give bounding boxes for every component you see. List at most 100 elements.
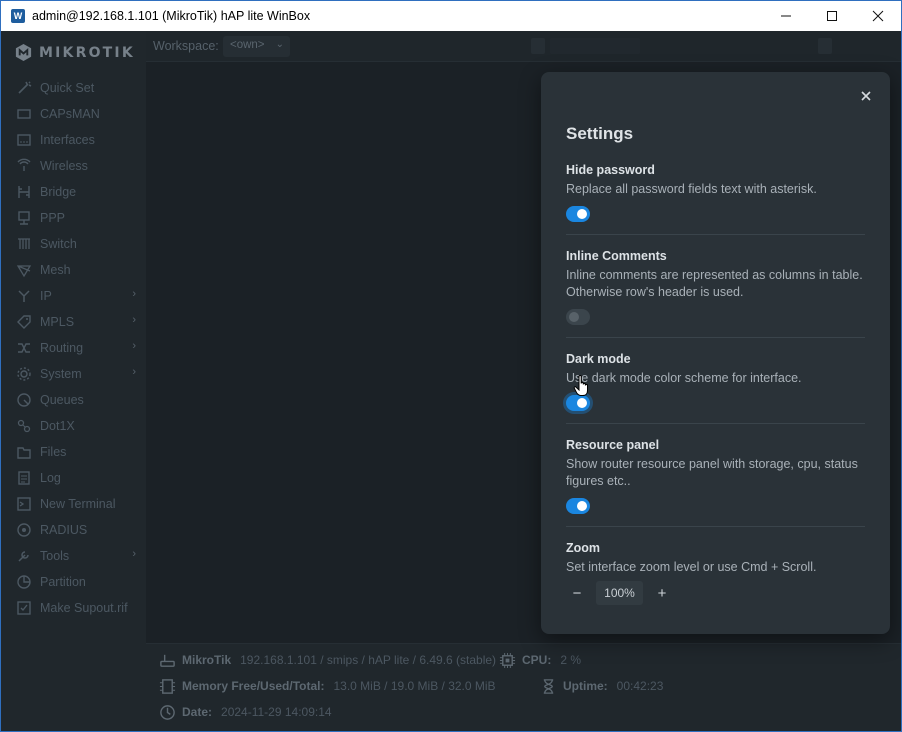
wand-icon bbox=[14, 80, 33, 96]
sidebar-item-label: Partition bbox=[40, 575, 86, 589]
sidebar-item-partition[interactable]: Partition bbox=[1, 569, 146, 595]
window-title: admin@192.168.1.101 (MikroTik) hAP lite … bbox=[32, 9, 311, 23]
mikrotik-logo: MIKROTIK bbox=[14, 43, 135, 62]
sidebar-item-dot1x[interactable]: Dot1X bbox=[1, 413, 146, 439]
toggle-knob bbox=[577, 501, 587, 511]
radius-icon bbox=[14, 522, 33, 538]
sidebar-item-tools[interactable]: Tools › bbox=[1, 543, 146, 569]
workspace-bar: Workspace: <own> ⌄ bbox=[146, 31, 901, 62]
chevron-right-icon: › bbox=[132, 288, 136, 300]
maximize-button[interactable] bbox=[809, 1, 855, 31]
topbar-control[interactable] bbox=[550, 38, 640, 54]
supout-icon bbox=[14, 600, 33, 616]
sidebar-item-ip[interactable]: IP › bbox=[1, 283, 146, 309]
dot1x-icon bbox=[14, 418, 33, 434]
sidebar-item-label: Files bbox=[40, 445, 67, 459]
sidebar-item-label: PPP bbox=[40, 211, 66, 225]
topbar-icon[interactable] bbox=[818, 38, 832, 54]
sidebar-item-label: Log bbox=[40, 471, 61, 485]
cpu-icon bbox=[498, 651, 516, 669]
sidebar-item-queues[interactable]: Queues bbox=[1, 387, 146, 413]
setting-description: Show router resource panel with storage,… bbox=[566, 457, 858, 488]
switch-icon bbox=[14, 236, 33, 252]
sidebar-item-label: CAPsMAN bbox=[40, 107, 100, 121]
settings-title: Settings bbox=[566, 124, 634, 143]
sidebar-item-label: IP bbox=[40, 289, 52, 303]
resource-panel-toggle[interactable] bbox=[566, 498, 590, 514]
sidebar-item-wireless[interactable]: Wireless bbox=[1, 153, 146, 179]
sidebar-item-quick-set[interactable]: Quick Set bbox=[1, 75, 146, 101]
tag-icon bbox=[14, 314, 33, 330]
sidebar-item-label: Queues bbox=[40, 393, 84, 407]
sidebar-nav: Quick Set CAPsMAN Interfaces Wireless Bridge… bbox=[1, 75, 146, 621]
setting-title: Resource panel bbox=[566, 438, 660, 452]
sidebar-item-capsman[interactable]: CAPsMAN bbox=[1, 101, 146, 127]
setting-hide-password: Hide password Replace all password field… bbox=[566, 162, 865, 235]
ip-icon bbox=[14, 288, 33, 304]
sidebar-item-label: Switch bbox=[40, 237, 77, 251]
sidebar-item-label: Dot1X bbox=[40, 419, 75, 433]
sidebar-item-new-terminal[interactable]: New Terminal bbox=[1, 491, 146, 517]
uptime-value: 00:42:23 bbox=[616, 679, 664, 693]
terminal-icon bbox=[14, 496, 33, 512]
maximize-icon bbox=[827, 11, 837, 21]
sidebar-item-interfaces[interactable]: Interfaces bbox=[1, 127, 146, 153]
workspace-select-value: <own> bbox=[230, 39, 265, 51]
sidebar-item-ppp[interactable]: PPP bbox=[1, 205, 146, 231]
inline-comments-toggle[interactable] bbox=[566, 309, 590, 325]
setting-description: Inline comments are represented as colum… bbox=[566, 268, 863, 299]
sidebar-item-make-supout-rif[interactable]: Make Supout.rif bbox=[1, 595, 146, 621]
cpu-label: CPU: bbox=[522, 653, 552, 667]
partition-icon bbox=[14, 574, 33, 590]
log-icon bbox=[14, 470, 33, 486]
memory-label: Memory Free/Used/Total: bbox=[182, 679, 325, 693]
sidebar-item-radius[interactable]: RADIUS bbox=[1, 517, 146, 543]
routing-icon bbox=[14, 340, 33, 356]
sidebar-item-label: Quick Set bbox=[40, 81, 95, 95]
sidebar-item-label: Bridge bbox=[40, 185, 77, 199]
workspace-select[interactable]: <own> ⌄ bbox=[223, 36, 290, 57]
hourglass-icon bbox=[539, 677, 557, 695]
sidebar-item-routing[interactable]: Routing › bbox=[1, 335, 146, 361]
sidebar-item-mpls[interactable]: MPLS › bbox=[1, 309, 146, 335]
tools-icon bbox=[14, 548, 33, 564]
sidebar-item-system[interactable]: System › bbox=[1, 361, 146, 387]
sidebar: MIKROTIK Quick Set CAPsMAN Interfaces Wirel… bbox=[1, 31, 146, 731]
hide-password-toggle[interactable] bbox=[566, 206, 590, 222]
router-icon bbox=[158, 651, 176, 669]
cpu-value: 2 % bbox=[560, 653, 582, 667]
minimize-icon bbox=[781, 15, 791, 17]
sidebar-item-log[interactable]: Log bbox=[1, 465, 146, 491]
wireless-icon bbox=[14, 158, 33, 174]
settings-close-button[interactable] bbox=[859, 89, 873, 103]
sidebar-item-mesh[interactable]: Mesh bbox=[1, 257, 146, 283]
zoom-out-button[interactable]: − bbox=[566, 582, 588, 604]
sidebar-item-label: Routing bbox=[40, 341, 84, 355]
close-icon bbox=[861, 91, 871, 101]
sidebar-item-label: Tools bbox=[40, 549, 70, 563]
cube-icon[interactable] bbox=[531, 38, 545, 54]
minimize-button[interactable] bbox=[763, 1, 809, 31]
sidebar-item-switch[interactable]: Switch bbox=[1, 231, 146, 257]
zoom-in-button[interactable]: + bbox=[651, 582, 673, 604]
setting-dark-mode: Dark mode Use dark mode color scheme for… bbox=[566, 351, 865, 424]
date-value: 2024-11-29 14:09:14 bbox=[221, 705, 332, 719]
mikrotik-logo-icon bbox=[15, 43, 32, 62]
close-icon bbox=[872, 10, 884, 22]
chevron-right-icon: › bbox=[132, 340, 136, 352]
chevron-right-icon: › bbox=[132, 366, 136, 378]
window-titlebar[interactable]: W admin@192.168.1.101 (MikroTik) hAP lit… bbox=[0, 0, 902, 31]
mesh-icon bbox=[14, 262, 33, 278]
ppp-icon bbox=[14, 210, 33, 226]
settings-dialog: Settings Hide password Replace all passw… bbox=[541, 72, 890, 634]
sidebar-item-label: Wireless bbox=[40, 159, 88, 173]
workspace-label: Workspace: bbox=[153, 39, 219, 53]
setting-title: Dark mode bbox=[566, 352, 631, 366]
sidebar-item-label: New Terminal bbox=[40, 497, 116, 511]
sidebar-item-files[interactable]: Files bbox=[1, 439, 146, 465]
window-close-button[interactable] bbox=[855, 1, 901, 31]
setting-inline-comments: Inline Comments Inline comments are repr… bbox=[566, 248, 865, 338]
sidebar-item-label: System bbox=[40, 367, 82, 381]
sidebar-item-bridge[interactable]: Bridge bbox=[1, 179, 146, 205]
interfaces-icon bbox=[14, 132, 33, 148]
